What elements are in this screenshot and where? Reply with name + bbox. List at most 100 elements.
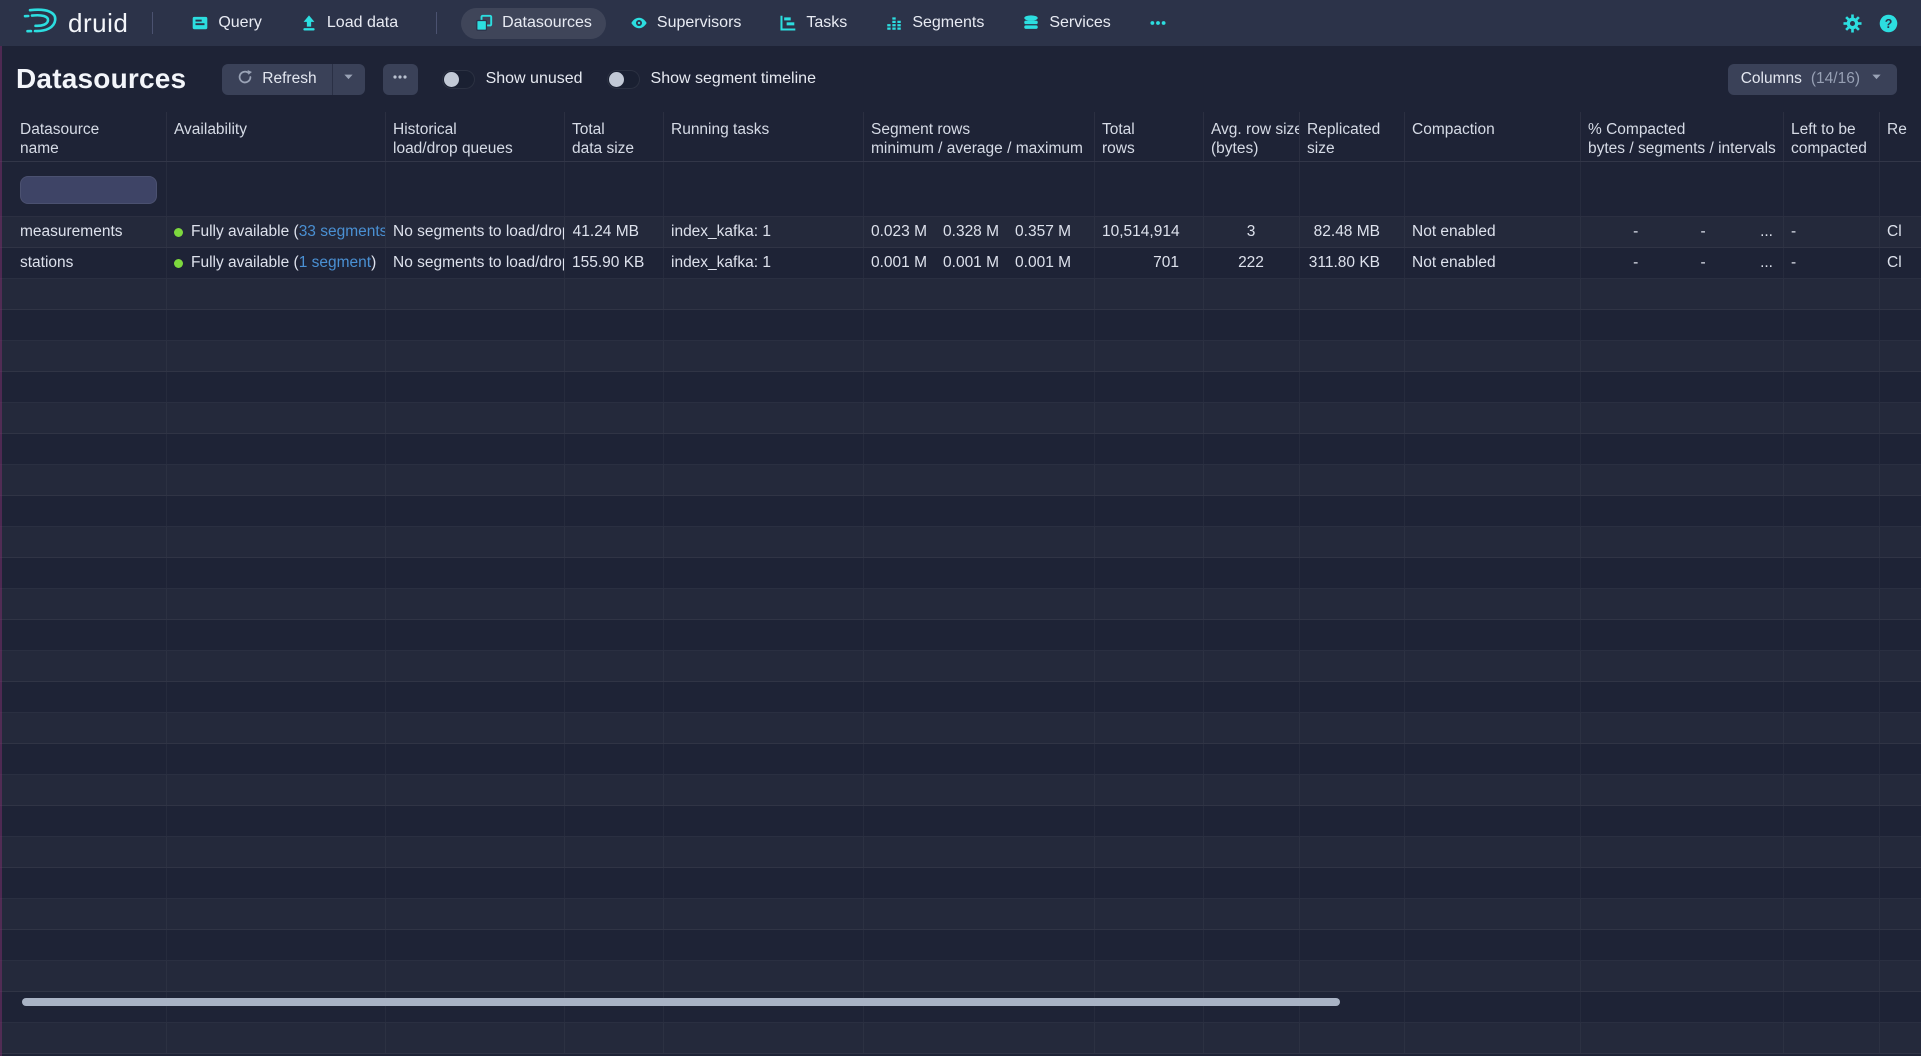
nav-item-supervisors[interactable]: Supervisors [616, 8, 755, 39]
column-header-left_compact[interactable]: Left to becompacted [1784, 112, 1880, 161]
cell-name [0, 682, 167, 712]
more-actions-button[interactable] [383, 64, 418, 95]
cell-compaction [1405, 527, 1581, 557]
nav-item-load-data[interactable]: Load data [286, 8, 412, 39]
segment-rows-value: 0.001 M [1015, 248, 1071, 278]
cell-pct_compacted [1581, 806, 1784, 836]
cell-segment_rows [864, 465, 1095, 495]
cell-avg_row_size [1204, 372, 1300, 402]
column-header-avg_row_size[interactable]: Avg. row size(bytes) [1204, 112, 1300, 161]
column-header-retention[interactable]: Re [1880, 112, 1921, 161]
cell-pct_compacted [1581, 930, 1784, 960]
cell-name [0, 310, 167, 340]
cell-replicated [1300, 992, 1405, 1022]
cell-compaction [1405, 558, 1581, 588]
column-header-line2: data size [572, 139, 655, 158]
cell-total_size [565, 310, 664, 340]
cell-pct_compacted [1581, 713, 1784, 743]
nav-item-label: Datasources [502, 14, 592, 32]
column-header-name[interactable]: Datasourcename [0, 112, 167, 161]
cell-left_compact [1784, 279, 1880, 309]
column-header-total_rows[interactable]: Totalrows [1095, 112, 1204, 161]
cell-total_rows [1095, 465, 1204, 495]
nav-item-tasks[interactable]: Tasks [765, 8, 861, 39]
column-header-running_tasks[interactable]: Running tasks [664, 112, 864, 161]
cell-queues [386, 744, 565, 774]
nav-item-datasources[interactable]: Datasources [461, 8, 606, 39]
cell-total_size [565, 403, 664, 433]
segments-link[interactable]: 1 segment [299, 254, 371, 271]
cell-pct_compacted [1581, 1023, 1784, 1053]
cell-compaction [1405, 496, 1581, 526]
cell-queues [386, 868, 565, 898]
pct-compacted-value: - [1581, 217, 1648, 247]
supervisors-icon [630, 14, 648, 32]
cell-queues [386, 1023, 565, 1053]
segments-link[interactable]: 33 segments [299, 223, 386, 240]
refresh-interval-caret-button[interactable] [332, 64, 365, 95]
cell-retention [1880, 868, 1921, 898]
empty-row [0, 806, 1921, 837]
cell-replicated [1300, 527, 1405, 557]
cell-queues [386, 372, 565, 402]
nav-item-segments[interactable]: Segments [871, 8, 998, 39]
cell-avg_row_size [1204, 868, 1300, 898]
column-header-line2: minimum / average / maximum [871, 139, 1086, 158]
pct-compacted-value: ... [1716, 248, 1783, 278]
show-segment-timeline-switch[interactable] [607, 70, 640, 89]
column-header-total_size[interactable]: Totaldata size [565, 112, 664, 161]
empty-row [0, 620, 1921, 651]
show-unused-switch[interactable] [442, 70, 475, 89]
column-header-segment_rows[interactable]: Segment rowsminimum / average / maximum [864, 112, 1095, 161]
cell-total_size [565, 279, 664, 309]
cell-pct_compacted [1581, 403, 1784, 433]
cell-compaction [1405, 403, 1581, 433]
column-header-queues[interactable]: Historicalload/drop queues [386, 112, 565, 161]
cell-pct_compacted [1581, 620, 1784, 650]
cell-name [0, 589, 167, 619]
column-header-availability[interactable]: Availability [167, 112, 386, 161]
datasource-row-measurements[interactable]: measurementsFully available (33 segments… [0, 217, 1921, 248]
cell-replicated [1300, 930, 1405, 960]
cell-compaction [1405, 868, 1581, 898]
cell-retention [1880, 682, 1921, 712]
column-header-compaction[interactable]: Compaction [1405, 112, 1581, 161]
availability-suffix: ) [371, 254, 376, 271]
horizontal-scrollbar-thumb[interactable] [22, 998, 1340, 1006]
nav-items: Query Load data Datasources Supervisors Task… [177, 8, 1180, 39]
columns-dropdown-button[interactable]: Columns (14/16) [1728, 64, 1897, 95]
cell-availability [167, 1023, 386, 1053]
cell-queues [386, 310, 565, 340]
cell-running_tasks [664, 651, 864, 681]
cell-running_tasks [664, 682, 864, 712]
cell-segment_rows [864, 527, 1095, 557]
cell-queues [386, 341, 565, 371]
empty-row [0, 961, 1921, 992]
druid-brand[interactable]: druid [22, 7, 128, 39]
empty-row [0, 775, 1921, 806]
cell-replicated [1300, 279, 1405, 309]
cell-running_tasks: index_kafka: 1 [664, 248, 864, 278]
cell-pct_compacted [1581, 992, 1784, 1022]
empty-row [0, 372, 1921, 403]
cell-retention [1880, 496, 1921, 526]
nav-item-query[interactable]: Query [177, 8, 276, 39]
datasource-row-stations[interactable]: stationsFully available (1 segment)No se… [0, 248, 1921, 279]
cell-name [0, 961, 167, 991]
empty-row [0, 558, 1921, 589]
help-icon[interactable]: ? [1877, 12, 1899, 34]
column-header-line1: Replicated [1307, 120, 1396, 139]
cell-total_size [565, 899, 664, 929]
refresh-button[interactable]: Refresh [222, 64, 331, 95]
availability-dot [174, 259, 183, 268]
switch-knob [609, 72, 624, 87]
column-header-replicated[interactable]: Replicatedsize [1300, 112, 1405, 161]
filter-cell-name [0, 162, 167, 216]
datasource-name-filter-input[interactable] [20, 176, 157, 204]
nav-item-more[interactable] [1135, 8, 1181, 39]
cell-total_size: 155.90 KB [565, 248, 664, 278]
column-header-pct_compacted[interactable]: % Compactedbytes / segments / intervals [1581, 112, 1784, 161]
nav-item-services[interactable]: Services [1008, 8, 1124, 39]
settings-icon[interactable] [1841, 12, 1863, 34]
cell-replicated [1300, 899, 1405, 929]
